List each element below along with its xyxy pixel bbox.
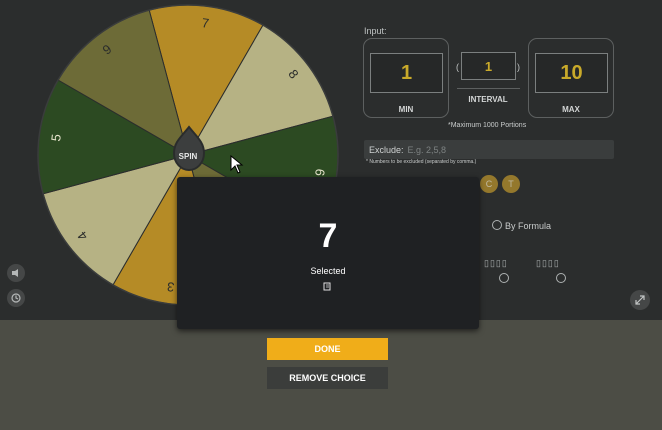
max-input[interactable]: 10 bbox=[535, 53, 608, 93]
exclude-note: * Numbers to be excluded (separated by c… bbox=[366, 159, 477, 165]
exclude-placeholder: E.g. 2,5,8 bbox=[407, 144, 447, 155]
exclude-field[interactable]: Exclude: E.g. 2,5,8 bbox=[364, 140, 614, 159]
interval-paren-close: ) bbox=[517, 62, 520, 72]
exclude-label: Exclude: bbox=[369, 144, 404, 155]
remove-choice-button[interactable]: REMOVE CHOICE bbox=[267, 367, 388, 389]
result-label: Selected bbox=[310, 266, 346, 276]
interval-label: INTERVAL bbox=[468, 95, 508, 104]
speaker-icon bbox=[12, 269, 18, 277]
option-radio-2[interactable] bbox=[556, 273, 566, 283]
interval-divider bbox=[457, 88, 520, 89]
min-label: MIN bbox=[398, 105, 414, 114]
max-group: 10 MAX bbox=[528, 38, 614, 118]
min-input[interactable]: 1 bbox=[370, 53, 443, 93]
interval-input[interactable]: 1 bbox=[461, 52, 516, 80]
circle-button-t[interactable]: T bbox=[502, 175, 520, 193]
copy-icon[interactable] bbox=[323, 282, 332, 292]
mouse-cursor-icon bbox=[230, 155, 244, 174]
circle-button-c[interactable]: C bbox=[480, 175, 498, 193]
min-group: 1 MIN bbox=[363, 38, 449, 118]
max-label: MAX bbox=[562, 105, 580, 114]
fullscreen-button[interactable] bbox=[630, 290, 650, 310]
interval-paren-open: ( bbox=[456, 62, 459, 72]
history-button[interactable] bbox=[7, 289, 25, 307]
expand-icon bbox=[635, 295, 645, 305]
result-modal: 7 Selected bbox=[177, 177, 479, 329]
by-formula-label: By Formula bbox=[505, 221, 552, 231]
app-root: 786103459 SPIN Input: 1 MIN ( 1 ) INTERV… bbox=[0, 0, 662, 430]
sound-toggle[interactable] bbox=[7, 264, 25, 282]
option-radio-1[interactable] bbox=[499, 273, 509, 283]
history-icon bbox=[11, 293, 21, 303]
by-formula-radio[interactable] bbox=[492, 220, 502, 230]
done-button[interactable]: DONE bbox=[267, 338, 388, 360]
input-title: Input: bbox=[364, 26, 387, 36]
glyph-group-1: ▯▯▯▯ bbox=[484, 258, 508, 268]
max-note: *Maximum 1000 Portions bbox=[448, 122, 527, 129]
glyph-group-2: ▯▯▯▯ bbox=[536, 258, 560, 268]
spin-button-label[interactable]: SPIN bbox=[179, 152, 198, 161]
result-number: 7 bbox=[318, 217, 338, 255]
